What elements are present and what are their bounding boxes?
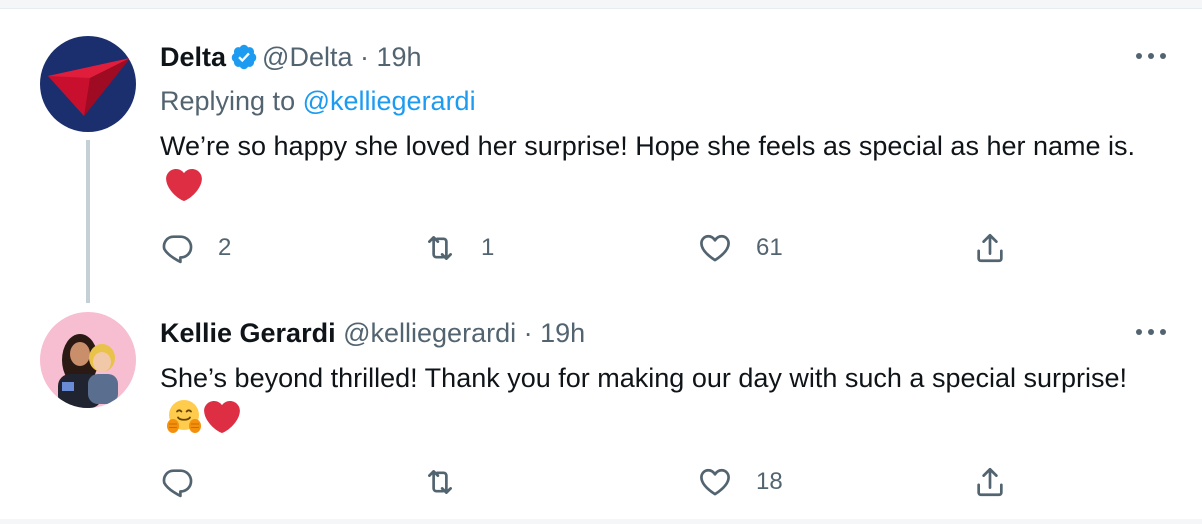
separator-dot: ·	[523, 318, 533, 348]
tweet-text-content: We’re so happy she loved her surprise! H…	[160, 131, 1136, 161]
thread-connector-line	[86, 140, 90, 303]
like-button[interactable]: 18	[698, 462, 783, 502]
like-button[interactable]: 61	[698, 228, 783, 268]
more-options-button[interactable]	[1136, 50, 1170, 62]
avatar[interactable]	[40, 36, 136, 132]
reply-button[interactable]: 2	[160, 228, 231, 268]
tweet-text-content: She’s beyond thrilled! Thank you for mak…	[160, 363, 1128, 393]
more-options-button[interactable]	[1136, 326, 1170, 338]
retweet-icon	[428, 470, 452, 494]
tweet-actions: 18	[0, 462, 1202, 502]
display-name[interactable]: Delta	[160, 42, 226, 72]
reply-icon	[162, 235, 193, 264]
heart-outline-icon	[700, 468, 730, 496]
like-count: 18	[756, 468, 783, 495]
bottom-divider	[0, 519, 1202, 524]
tweet-header: Delta @Delta · 19h	[160, 38, 422, 76]
avatar[interactable]	[40, 312, 136, 408]
user-photo-icon	[40, 312, 136, 408]
reply-button[interactable]	[160, 462, 218, 502]
replying-label: Replying to	[160, 86, 303, 116]
timestamp[interactable]: 19h	[377, 42, 422, 72]
user-handle[interactable]: @Delta	[262, 42, 352, 72]
red-heart-icon	[204, 400, 240, 434]
retweet-icon	[428, 236, 452, 260]
share-button[interactable]	[973, 228, 1007, 268]
reply-icon	[162, 469, 193, 498]
tweet-text: We’re so happy she loved her surprise! H…	[160, 126, 1160, 206]
retweet-count: 1	[481, 234, 495, 261]
replying-to: Replying to @kelliegerardi	[160, 82, 476, 120]
verified-badge-icon	[231, 44, 257, 70]
like-count: 61	[756, 234, 783, 261]
heart-outline-icon	[700, 234, 730, 262]
delta-logo-icon	[40, 36, 136, 132]
red-heart-icon	[166, 168, 202, 202]
timestamp[interactable]: 19h	[540, 318, 585, 348]
reply-count: 2	[218, 234, 232, 261]
tweet-text: She’s beyond thrilled! Thank you for mak…	[160, 358, 1160, 438]
separator-dot: ·	[360, 42, 369, 72]
top-divider	[0, 0, 1202, 9]
share-icon	[977, 233, 1003, 263]
retweet-button[interactable]	[423, 462, 481, 502]
retweet-button[interactable]: 1	[423, 228, 494, 268]
display-name[interactable]: Kellie Gerardi	[160, 318, 336, 348]
share-icon	[977, 467, 1003, 497]
user-handle[interactable]: @kelliegerardi	[343, 318, 516, 348]
tweet-header: Kellie Gerardi @kelliegerardi · 19h	[160, 314, 585, 352]
replying-handle-link[interactable]: @kelliegerardi	[303, 86, 476, 116]
share-button[interactable]	[973, 462, 1007, 502]
hugging-face-icon	[167, 400, 201, 433]
tweet-actions: 2 1 61	[0, 228, 1202, 268]
